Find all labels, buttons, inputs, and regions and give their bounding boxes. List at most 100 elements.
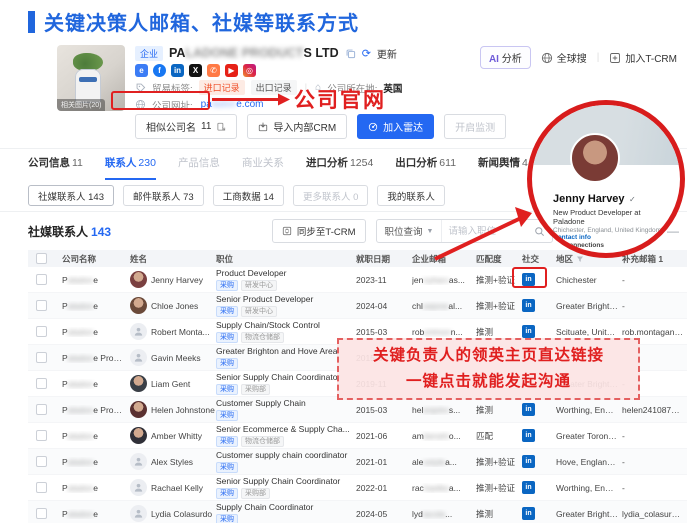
tab-bar: 公司信息11 联系人230 产品信息 商业关系 进口分析1254 出口分析611 新闻舆情4… bbox=[28, 155, 592, 180]
contact-name: Helen Johnstone bbox=[151, 405, 215, 415]
website-icon[interactable]: e bbox=[135, 64, 148, 77]
linkedin-icon[interactable]: in bbox=[171, 64, 184, 77]
region-cell: Chichester bbox=[556, 275, 622, 285]
x-icon[interactable]: X bbox=[189, 64, 202, 77]
doc-icon bbox=[216, 122, 226, 132]
contact-name-cell: Gavin Meeks bbox=[130, 349, 216, 366]
start-monitor-button[interactable]: 开启监测 bbox=[444, 114, 506, 139]
export-records-tag[interactable]: 出口记录 bbox=[251, 80, 297, 95]
row-checkbox[interactable] bbox=[36, 352, 47, 363]
tab-出口分析[interactable]: 出口分析611 bbox=[395, 155, 456, 180]
linkedin-icon[interactable]: in bbox=[522, 429, 535, 442]
region-cell: Hove, England, Uni... bbox=[556, 457, 622, 467]
company-cell: Paladone bbox=[62, 327, 130, 337]
row-checkbox[interactable] bbox=[36, 404, 47, 415]
import-crm-button[interactable]: 导入内部CRM bbox=[247, 114, 347, 139]
company-social-icons: efin X ✆ ▶ ◎ bbox=[135, 62, 515, 79]
sync-tcrm-button[interactable]: 同步至T-CRM bbox=[272, 219, 366, 243]
tab-label: 出口分析 bbox=[395, 157, 437, 169]
region-cell: Scituate, United St... bbox=[556, 327, 622, 337]
subtab-我的联系人[interactable]: 我的联系人 bbox=[377, 185, 445, 206]
add-radar-button[interactable]: 加入雷达 bbox=[357, 114, 434, 139]
row-checkbox[interactable] bbox=[36, 456, 47, 467]
linkedin-icon[interactable]: in bbox=[522, 299, 535, 312]
import-icon bbox=[258, 122, 268, 132]
tab-进口分析[interactable]: 进口分析1254 bbox=[306, 155, 373, 180]
r2d2-stripe bbox=[79, 77, 97, 82]
badge-采购部: 采购部 bbox=[241, 384, 270, 395]
linkedin-icon[interactable]: in bbox=[522, 403, 535, 416]
linkedin-icon[interactable]: in bbox=[522, 507, 535, 520]
column-label: 地区 bbox=[556, 253, 573, 265]
tab-公司信息[interactable]: 公司信息11 bbox=[28, 155, 83, 180]
linkedin-icon[interactable]: in bbox=[522, 325, 535, 338]
social-cell: in bbox=[522, 455, 556, 468]
extra-email-cell: helen241087@msn... bbox=[622, 405, 687, 415]
subtab-工商数据[interactable]: 工商数据 14 bbox=[213, 185, 284, 206]
tab-商业关系[interactable]: 商业关系 bbox=[242, 155, 284, 180]
row-checkbox[interactable] bbox=[36, 508, 47, 519]
filter-icon[interactable] bbox=[576, 255, 584, 263]
facebook-icon[interactable]: f bbox=[153, 64, 166, 77]
job-search-input[interactable] bbox=[442, 226, 534, 237]
title-accent-bar bbox=[28, 11, 35, 33]
email-cell: jennyharvas... bbox=[412, 275, 476, 285]
extra-email-cell: lydia_colasurdo@... bbox=[622, 509, 687, 519]
badge-研发中心: 研发中心 bbox=[241, 280, 277, 291]
position-badges: 采购研发中心 bbox=[216, 280, 352, 291]
row-checkbox[interactable] bbox=[36, 378, 47, 389]
avatar bbox=[130, 297, 147, 314]
update-label[interactable]: 更新 bbox=[377, 46, 397, 61]
select-all-checkbox[interactable] bbox=[36, 253, 47, 264]
phone-icon[interactable]: ✆ bbox=[207, 64, 220, 77]
subtab-社媒联系人[interactable]: 社媒联系人 143 bbox=[28, 185, 114, 206]
row-checkbox[interactable] bbox=[36, 300, 47, 311]
tab-新闻舆情[interactable]: 新闻舆情4 bbox=[478, 155, 528, 180]
checkbox-cell bbox=[28, 300, 62, 311]
badge-采购: 采购 bbox=[216, 332, 238, 343]
avatar bbox=[130, 375, 147, 392]
tab-产品信息[interactable]: 产品信息 bbox=[178, 155, 220, 180]
position-cell: Senior Ecommerce & Supply Cha...采购物流仓储部 bbox=[216, 424, 356, 447]
start-date-cell: 2022-01 bbox=[356, 483, 412, 493]
person-icon bbox=[133, 456, 144, 467]
row-checkbox[interactable] bbox=[36, 482, 47, 493]
global-search-button[interactable]: 全球搜 bbox=[541, 50, 587, 65]
start-date-cell: 2015-03 bbox=[356, 327, 412, 337]
contact-info-link[interactable]: Contact info bbox=[553, 234, 591, 241]
instagram-icon[interactable]: ◎ bbox=[243, 64, 256, 77]
row-checkbox[interactable] bbox=[36, 430, 47, 441]
tab-label: 商业关系 bbox=[242, 157, 284, 169]
profile-connections: 152 connections bbox=[553, 242, 672, 249]
join-tcrm-button[interactable]: 加入T-CRM bbox=[609, 50, 677, 65]
position-title: Senior Supply Chain Coordinator bbox=[216, 372, 352, 383]
linkedin-icon[interactable]: in bbox=[522, 481, 535, 494]
similar-companies-button[interactable]: 相似公司名11 bbox=[135, 114, 237, 139]
subtab-邮件联系人[interactable]: 邮件联系人 73 bbox=[123, 185, 204, 206]
extra-email-cell: - bbox=[622, 483, 687, 493]
copy-icon[interactable] bbox=[345, 48, 356, 59]
position-badges: 采购研发中心 bbox=[216, 306, 352, 317]
contact-name-cell: Alex Styles bbox=[130, 453, 216, 470]
position-cell: Greater Brighton and Hove Area采购 bbox=[216, 346, 356, 369]
subtab-更多联系人[interactable]: 更多联系人 0 bbox=[293, 185, 368, 206]
extra-email-cell: rob.montagano@g... bbox=[622, 327, 687, 337]
company-cell: Paladone bbox=[62, 275, 130, 285]
checkbox-cell bbox=[28, 508, 62, 519]
column-header: 职位 bbox=[216, 253, 356, 265]
linkedin-icon[interactable]: in bbox=[522, 455, 535, 468]
match-cell: 推测+验证 bbox=[476, 482, 522, 494]
start-date-cell: 2021-01 bbox=[356, 457, 412, 467]
youtube-icon[interactable]: ▶ bbox=[225, 64, 238, 77]
job-query-dropdown[interactable]: 职位查询▼ bbox=[377, 220, 443, 242]
company-name: PALADONE PRODUCTS LTD bbox=[169, 46, 339, 60]
tab-联系人[interactable]: 联系人230 bbox=[105, 155, 156, 180]
match-cell: 推测 bbox=[476, 326, 522, 338]
row-checkbox[interactable] bbox=[36, 274, 47, 285]
match-cell: 匹配 bbox=[476, 430, 522, 442]
position-title: Supply Chain Coordinator bbox=[216, 502, 352, 513]
row-checkbox[interactable] bbox=[36, 326, 47, 337]
position-cell: Senior Product Developer采购研发中心 bbox=[216, 294, 356, 317]
avatar bbox=[130, 453, 147, 470]
refresh-icon[interactable]: ⟳ bbox=[362, 47, 371, 60]
